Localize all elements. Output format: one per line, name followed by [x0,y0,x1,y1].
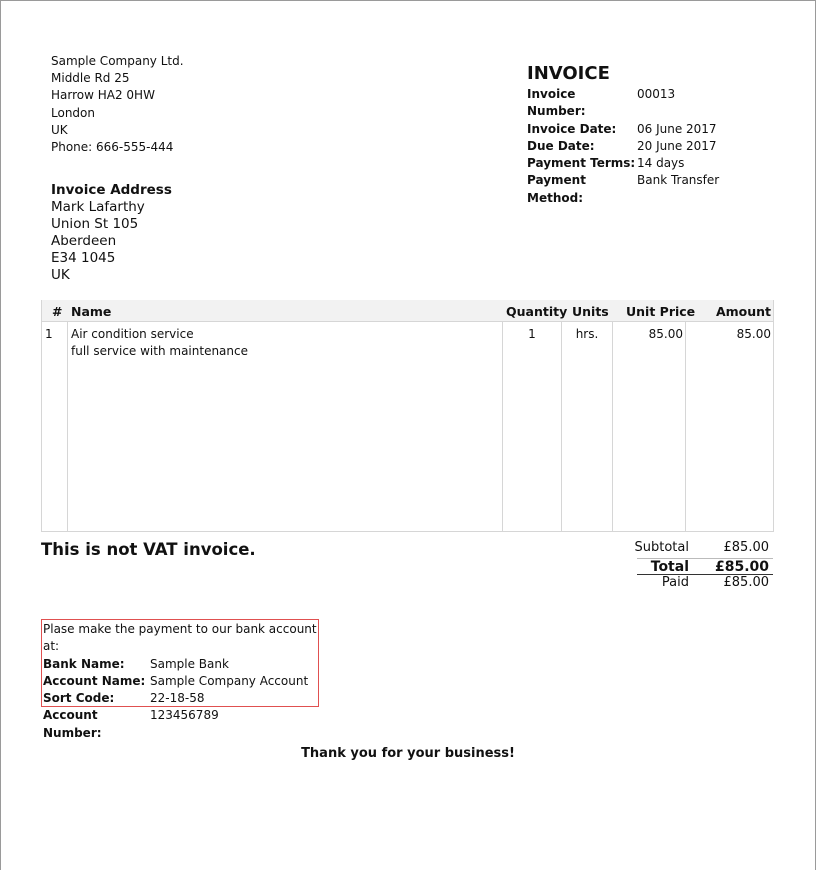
row-quantity: 1 [528,327,536,341]
totals-block: Subtotal £85.00 Total £85.00 Paid £85.00 [634,540,773,593]
account-name-label: Account Name: [43,673,146,688]
bank-name-value: Sample Bank [150,656,229,671]
company-name: Sample Company Ltd. [51,54,184,68]
company-street: Middle Rd 25 [51,71,130,86]
customer-postcode: E34 1045 [51,249,116,266]
invoice-date-label: Invoice Date: [527,121,617,136]
payment-method-label: Payment Method: [527,173,586,205]
row-units: hrs. [575,327,599,341]
paid-value: £85.00 [723,575,770,590]
company-address: Sample Company Ltd. Middle Rd 25 Harrow … [51,53,184,156]
invoice-title: INVOICE [527,63,610,84]
subtotal-row: Subtotal £85.00 [634,540,773,558]
customer-name: Mark Lafarthy [51,198,145,215]
row-name-cell: Air condition service full service with … [71,326,248,360]
subtotal-value: £85.00 [723,540,770,555]
subtotal-label: Subtotal [634,540,689,555]
payment-method-row: Payment Method: Bank Transfer [527,172,719,207]
invoice-date-value: 06 June 2017 [637,121,717,136]
account-number-row: Account Number: 123456789 [43,707,317,742]
payment-terms-value: 14 days [637,156,685,171]
paid-label: Paid [661,575,689,590]
account-name-value: Sample Company Account [150,673,309,688]
bank-details-box: Plase make the payment to our bank accou… [41,619,319,740]
company-country: UK [51,122,68,137]
row-unit-price: 85.00 [648,327,683,341]
customer-street: Union St 105 [51,215,139,232]
row-index: 1 [45,327,53,341]
invoice-address: Invoice Address Mark Lafarthy Union St 1… [51,182,172,283]
header-amount: Amount [715,304,771,319]
bank-name-label: Bank Name: [43,656,125,671]
vat-note: This is not VAT invoice. [41,540,256,559]
paid-row: Paid £85.00 [637,575,773,593]
account-number-value: 123456789 [150,708,219,723]
sort-code-row: Sort Code: 22-18-58 [43,690,317,707]
header-unit-price: Unit Price [626,304,696,319]
invoice-header: INVOICE Invoice Number: 00013 Invoice Da… [527,63,719,207]
company-city: London [51,105,95,120]
item-description: full service with maintenance [71,344,248,358]
header-units: Units [572,304,609,319]
payment-terms-label: Payment Terms: [527,156,636,171]
items-table: # Name Quantity Units Unit Price Amount … [41,300,774,532]
bank-name-row: Bank Name: Sample Bank [43,656,317,673]
account-name-row: Account Name: Sample Company Account [43,673,317,690]
account-number-label: Account Number: [43,708,102,740]
header-index: # [52,304,63,319]
header-quantity: Quantity [506,304,568,319]
column-divider [67,322,68,531]
sort-code-label: Sort Code: [43,691,115,706]
column-divider [561,322,562,531]
column-divider [685,322,686,531]
total-row: Total £85.00 [637,557,773,575]
payment-method-value: Bank Transfer [637,173,720,188]
item-name: Air condition service [71,327,194,341]
column-divider [502,322,503,531]
row-amount: 85.00 [736,327,771,341]
sort-code-value: 22-18-58 [150,691,205,706]
total-label: Total [650,558,689,575]
customer-city: Aberdeen [51,232,117,249]
invoice-number-value: 00013 [637,87,676,101]
invoice-number-label: Invoice Number: [527,87,586,119]
company-city-postcode: Harrow HA2 0HW [51,88,155,103]
due-date-value: 20 June 2017 [637,138,717,153]
invoice-address-title: Invoice Address [51,182,172,198]
items-table-header: # Name Quantity Units Unit Price Amount [42,300,773,322]
bank-intro: Plase make the payment to our bank accou… [43,622,317,654]
thank-you-note: Thank you for your business! [301,746,515,761]
column-divider [612,322,613,531]
header-name: Name [71,304,112,319]
customer-country: UK [51,266,70,283]
invoice-date-row: Invoice Date: 06 June 2017 [527,121,719,138]
invoice-number-row: Invoice Number: 00013 [527,86,719,121]
due-date-label: Due Date: [527,138,595,153]
payment-terms-row: Payment Terms: 14 days [527,155,719,172]
total-value: £85.00 [714,558,769,575]
due-date-row: Due Date: 20 June 2017 [527,138,719,155]
company-phone: Phone: 666-555-444 [51,140,174,155]
